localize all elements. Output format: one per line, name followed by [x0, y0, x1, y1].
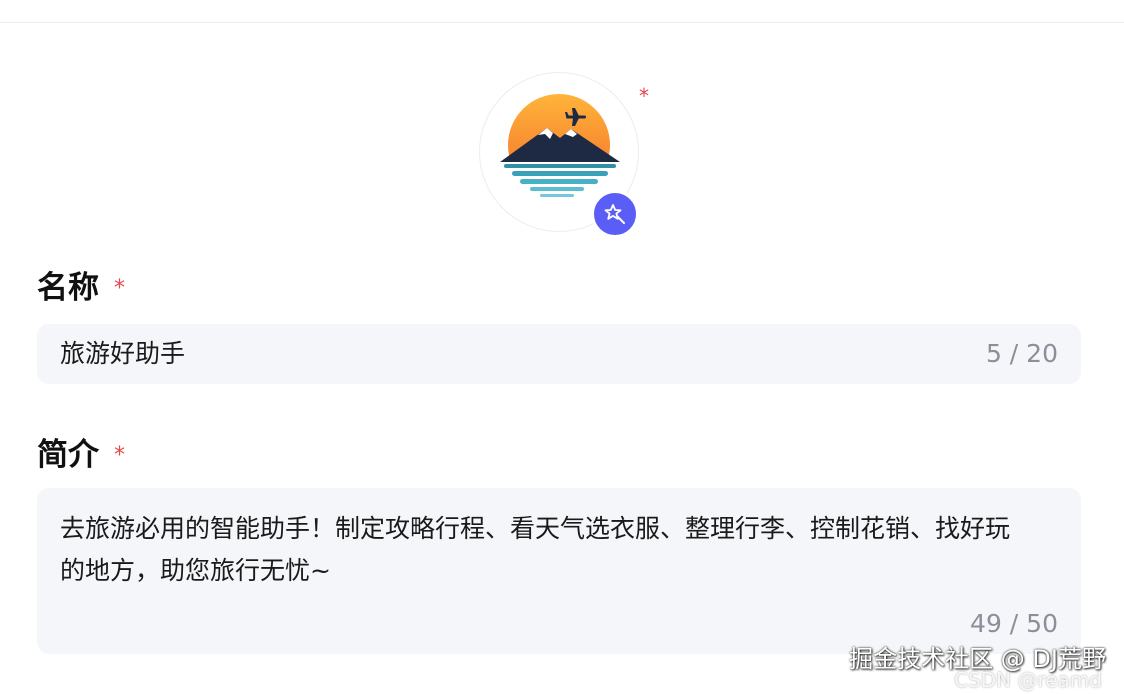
watermark-secondary: CSDN @reamd [954, 668, 1102, 692]
name-input[interactable]: 旅游好助手 5 / 20 [37, 324, 1081, 384]
description-textarea[interactable]: 去旅游必用的智能助手！制定攻略行程、看天气选衣服、整理行李、控制花销、找好玩的地… [37, 488, 1081, 654]
avatar-required-mark: * [639, 84, 649, 108]
name-input-value: 旅游好助手 [60, 339, 186, 368]
name-required-mark: * [114, 276, 125, 301]
top-divider [0, 22, 1124, 23]
ai-generate-avatar-button[interactable] [591, 190, 639, 238]
description-char-counter: 49 / 50 [970, 609, 1058, 638]
name-label: 名称 [37, 270, 99, 306]
description-label: 简介 [37, 437, 99, 473]
description-textarea-value: 去旅游必用的智能助手！制定攻略行程、看天气选衣服、整理行李、控制花销、找好玩的地… [60, 514, 1011, 585]
magic-wand-icon [604, 204, 625, 224]
name-char-counter: 5 / 20 [985, 339, 1058, 368]
avatar-uploader[interactable] [479, 72, 639, 238]
description-required-mark: * [114, 443, 125, 468]
